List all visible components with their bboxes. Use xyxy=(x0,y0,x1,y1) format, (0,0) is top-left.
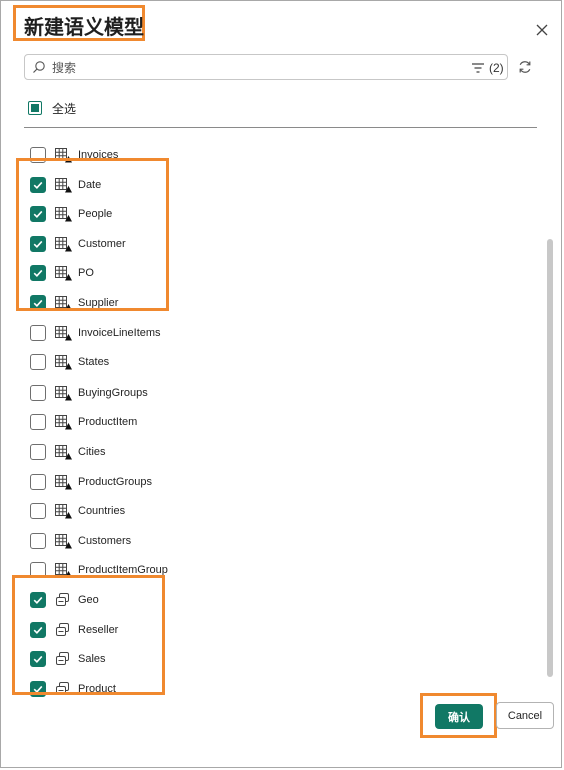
view-icon xyxy=(56,652,69,665)
list-item-label: Customer xyxy=(78,238,126,250)
select-all-label: 全选 xyxy=(52,101,77,116)
list-item-label: Product xyxy=(78,683,116,695)
list-item[interactable]: ProductItemGroup xyxy=(30,561,168,579)
divider xyxy=(24,127,537,128)
checkbox[interactable] xyxy=(30,325,46,341)
table-list: Invoices Date People Customer PO Supplier Invo… xyxy=(1,131,541,701)
list-item[interactable]: Supplier xyxy=(30,294,118,312)
checkbox[interactable] xyxy=(30,474,46,490)
list-item-label: Date xyxy=(78,179,102,191)
list-item[interactable]: Reseller xyxy=(30,621,118,639)
checkbox[interactable] xyxy=(30,354,46,370)
list-item-label: Supplier xyxy=(78,297,119,309)
list-item-label: Geo xyxy=(78,594,99,606)
checkbox[interactable] xyxy=(30,236,46,252)
list-item-label: PO xyxy=(78,267,94,279)
table-icon xyxy=(55,355,72,370)
checkbox[interactable] xyxy=(30,503,46,519)
filter-icon xyxy=(472,63,484,73)
checkbox[interactable] xyxy=(30,206,46,222)
list-item-label: ProductItem xyxy=(78,416,138,428)
list-item[interactable]: Product xyxy=(30,680,116,698)
list-item-label: Reseller xyxy=(78,624,119,636)
checkbox[interactable] xyxy=(30,265,46,281)
list-item[interactable]: PO xyxy=(30,264,94,282)
cancel-button[interactable]: Cancel xyxy=(496,702,554,729)
list-scrollbar[interactable] xyxy=(547,239,553,677)
list-item[interactable]: Date xyxy=(30,176,101,194)
checkbox[interactable] xyxy=(30,562,46,578)
list-item[interactable]: Invoices xyxy=(30,146,118,164)
list-item[interactable]: People xyxy=(30,205,112,223)
list-item[interactable]: BuyingGroups xyxy=(30,384,148,402)
list-item[interactable]: Geo xyxy=(30,591,99,609)
list-item[interactable]: ProductItem xyxy=(30,413,137,431)
select-all-checkbox[interactable]: 全选 xyxy=(28,100,76,116)
table-icon xyxy=(55,207,72,222)
table-icon xyxy=(55,326,72,341)
view-icon xyxy=(56,682,69,695)
list-item[interactable]: States xyxy=(30,353,109,371)
checkbox[interactable] xyxy=(30,681,46,697)
list-item-label: States xyxy=(78,356,110,368)
dialog-title: 新建语义模型 xyxy=(24,17,144,39)
table-icon xyxy=(55,148,72,163)
table-icon xyxy=(55,296,72,311)
list-item[interactable]: Cities xyxy=(30,443,106,461)
close-icon[interactable] xyxy=(533,21,551,39)
list-item-label: People xyxy=(78,208,113,220)
confirm-button[interactable]: 确认 xyxy=(435,704,483,729)
search-box: (2) xyxy=(24,54,508,80)
checkbox[interactable] xyxy=(30,533,46,549)
checkbox[interactable] xyxy=(30,177,46,193)
search-input[interactable] xyxy=(50,58,454,78)
table-icon xyxy=(55,475,72,490)
list-item-label: BuyingGroups xyxy=(78,387,148,399)
filter-count: (2) xyxy=(489,61,504,75)
table-icon xyxy=(55,563,72,578)
checkbox[interactable] xyxy=(30,147,46,163)
checkbox[interactable] xyxy=(30,651,46,667)
table-icon xyxy=(55,178,72,193)
list-item[interactable]: ProductGroups xyxy=(30,473,152,491)
new-semantic-model-dialog: 新建语义模型 (2) 全选 Invoices Date People Customer… xyxy=(0,0,562,768)
checkbox[interactable] xyxy=(30,592,46,608)
list-item-label: Cities xyxy=(78,446,106,458)
view-icon xyxy=(56,593,69,606)
list-item-label: ProductGroups xyxy=(78,476,152,488)
list-item[interactable]: InvoiceLineItems xyxy=(30,324,161,342)
list-item-label: ProductItemGroup xyxy=(78,564,168,576)
list-item-label: InvoiceLineItems xyxy=(78,327,161,339)
filter-button[interactable]: (2) xyxy=(471,60,504,76)
table-icon xyxy=(55,237,72,252)
list-item-label: Countries xyxy=(78,505,126,517)
checkbox[interactable] xyxy=(30,414,46,430)
refresh-icon[interactable] xyxy=(516,58,534,76)
list-item-label: Customers xyxy=(78,535,132,547)
list-item[interactable]: Sales xyxy=(30,650,106,668)
checkbox[interactable] xyxy=(30,295,46,311)
list-item-label: Sales xyxy=(78,653,106,665)
table-icon xyxy=(55,534,72,549)
table-icon xyxy=(55,386,72,401)
checkbox[interactable] xyxy=(30,385,46,401)
view-icon xyxy=(56,623,69,636)
checkbox[interactable] xyxy=(30,444,46,460)
list-item[interactable]: Customers xyxy=(30,532,131,550)
search-icon xyxy=(33,61,45,73)
table-icon xyxy=(55,415,72,430)
table-icon xyxy=(55,266,72,281)
select-all-indeterminate-box xyxy=(28,101,42,115)
table-icon xyxy=(55,445,72,460)
table-icon xyxy=(55,504,72,519)
checkbox[interactable] xyxy=(30,622,46,638)
list-item-label: Invoices xyxy=(78,149,119,161)
list-item[interactable]: Countries xyxy=(30,502,125,520)
list-item[interactable]: Customer xyxy=(30,235,126,253)
